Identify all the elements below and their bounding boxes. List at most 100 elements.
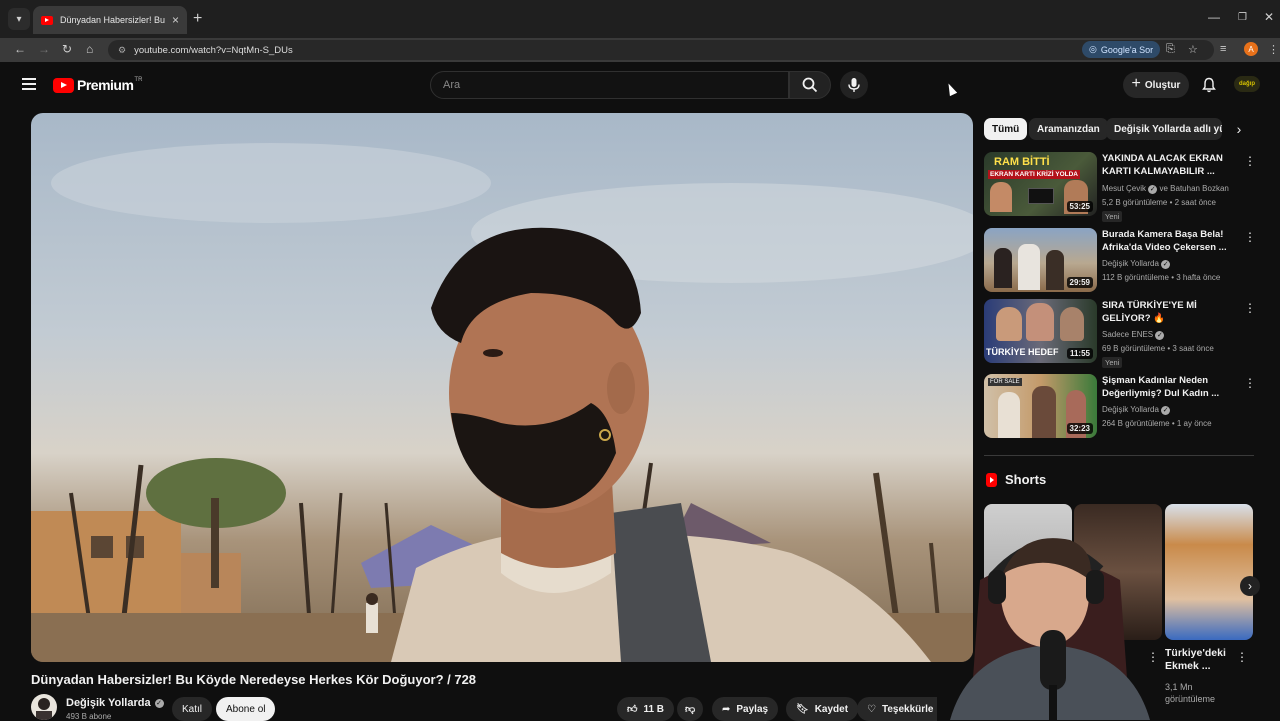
browser-toolbar: ← → ↻ ⌂ ⚙ youtube.com/watch?v=NqtMn-S_DU…: [0, 38, 1280, 62]
chip-channel-uploads[interactable]: Değişik Yollarda adlı yük: [1106, 118, 1222, 140]
new-badge: Yeni: [1102, 357, 1123, 368]
minimize-icon[interactable]: —: [1208, 10, 1220, 24]
video-thumbnail[interactable]: FOR SALE 32:23: [984, 374, 1097, 438]
bookmark-icon: 🔖︎: [796, 703, 809, 715]
recommendation-stats: 264 B görüntüleme • 1 ay önce: [1102, 419, 1212, 428]
tab-title: Dünyadan Habersizler! Bu Köyde: [60, 15, 166, 25]
google-sor-button[interactable]: ◎ Google'a Sor: [1082, 41, 1161, 58]
video-thumbnail[interactable]: TÜRKİYE HEDEF 11:55: [984, 299, 1097, 363]
share-label: Paylaş: [736, 703, 769, 715]
more-options-icon[interactable]: ⋮: [1244, 301, 1256, 315]
address-bar[interactable]: ⚙ youtube.com/watch?v=NqtMn-S_DUs: [108, 40, 1214, 60]
more-options-icon[interactable]: ⋮: [1244, 154, 1256, 168]
more-options-icon[interactable]: ⋮: [1244, 230, 1256, 244]
verified-icon: ✓: [1161, 259, 1171, 269]
notifications-bell-icon[interactable]: [1202, 77, 1216, 98]
browser-profile-avatar[interactable]: A: [1244, 42, 1258, 56]
recommendation-stats: 5,2 B görüntüleme • 2 saat önce: [1102, 198, 1216, 207]
home-icon[interactable]: ⌂: [86, 42, 93, 56]
video-player[interactable]: [31, 113, 973, 662]
more-options-icon[interactable]: ⋮: [1236, 650, 1248, 664]
verified-icon: ✓: [154, 698, 164, 708]
thanks-button[interactable]: ♡ Teşekkürle: [857, 697, 938, 721]
youtube-play-icon: [53, 77, 74, 93]
thumbs-down-icon: 👎︎: [685, 704, 696, 715]
share-button[interactable]: ➦ Paylaş: [712, 697, 779, 721]
recommendation-channel: Mesut Çevik ✓ ve Batuhan Bozkan: [1102, 184, 1229, 194]
share-icon: ➦: [722, 703, 731, 715]
video-thumbnail[interactable]: 29:59: [984, 228, 1097, 292]
recommendation-channel: Değişik Yollarda ✓: [1102, 259, 1171, 269]
new-badge: Yeni: [1102, 211, 1123, 222]
tab-search-dropdown-icon[interactable]: ▾: [8, 8, 30, 30]
video-thumbnail[interactable]: RAM BİTTİ EKRAN KARTI KRİZİ YOLDA 53:25: [984, 152, 1097, 216]
reload-icon[interactable]: ↻: [62, 42, 72, 56]
recommendation-channel: Değişik Yollarda ✓: [1102, 405, 1171, 415]
shorts-next-arrow-icon[interactable]: ›: [1240, 576, 1260, 596]
chevron-right-icon[interactable]: ›: [1229, 119, 1249, 139]
recommendation-item[interactable]: TÜRKİYE HEDEF 11:55 SIRA TÜRKİYE'YE Mİ G…: [984, 299, 1260, 368]
browser-tab-bar: ▾ Dünyadan Habersizler! Bu Köyde × + — ❐…: [0, 0, 1280, 38]
verified-icon: ✓: [1161, 405, 1171, 415]
recommendation-item[interactable]: 29:59 Burada Kamera Başa Bela! Afrika'da…: [984, 228, 1260, 296]
bookmark-star-icon[interactable]: ☆: [1188, 43, 1198, 56]
recommendation-item[interactable]: RAM BİTTİ EKRAN KARTI KRİZİ YOLDA 53:25 …: [984, 152, 1260, 222]
channel-name[interactable]: Değişik Yollarda ✓: [66, 697, 164, 709]
thumbnail-text: FOR SALE: [988, 378, 1022, 386]
channel-name-text: Değişik Yollarda: [1102, 259, 1159, 268]
back-icon[interactable]: ←: [14, 42, 26, 56]
like-count: 11 B: [643, 703, 665, 715]
create-button[interactable]: + Oluştur: [1123, 72, 1189, 98]
channel-avatar[interactable]: [31, 694, 57, 720]
recommendation-channel: Sadece ENES ✓: [1102, 330, 1165, 340]
close-window-icon[interactable]: ✕: [1264, 10, 1274, 24]
chip-all[interactable]: Tümü: [984, 118, 1028, 140]
reading-list-icon[interactable]: ≡: [1220, 43, 1226, 55]
plus-icon: +: [1131, 75, 1141, 92]
chip-from-search[interactable]: Aramanızdan: [1029, 118, 1108, 140]
subscribe-button[interactable]: Abone ol: [216, 697, 276, 721]
create-label: Oluştur: [1144, 79, 1181, 91]
save-label: Kaydet: [814, 703, 849, 715]
search-button[interactable]: [789, 71, 831, 99]
search-box: [430, 71, 789, 99]
short-title: Türkiye'deki Ekmek ...: [1165, 647, 1226, 672]
mouse-cursor: [944, 81, 958, 97]
google-sor-label: Google'a Sor: [1100, 44, 1154, 55]
channel-name-text: Mesut Çevik: [1102, 184, 1147, 193]
close-tab-icon[interactable]: ×: [172, 13, 179, 27]
thumbnail-text: TÜRKİYE HEDEF: [986, 347, 1059, 357]
search-input[interactable]: [443, 79, 788, 91]
forward-icon[interactable]: →: [38, 42, 50, 56]
thumbs-up-icon: 👍︎: [627, 704, 638, 715]
youtube-premium-logo[interactable]: Premium TR: [53, 77, 142, 93]
short-views: 3,1 Mn görüntüleme: [1165, 682, 1216, 704]
video-duration: 29:59: [1066, 277, 1093, 288]
video-duration: 11:55: [1066, 348, 1093, 359]
channel-name-text: Değişik Yollarda: [66, 697, 151, 709]
youtube-favicon-icon: [41, 15, 53, 25]
logo-region: TR: [134, 77, 143, 83]
new-tab-icon[interactable]: +: [193, 10, 202, 28]
install-app-icon[interactable]: ⎘: [1166, 43, 1175, 56]
site-info-icon[interactable]: ⚙: [118, 45, 126, 56]
like-button[interactable]: 👍︎ 11 B: [617, 697, 675, 721]
account-avatar[interactable]: dağıp: [1234, 76, 1260, 92]
voice-search-button[interactable]: [840, 71, 868, 99]
menu-icon[interactable]: [22, 78, 36, 90]
logo-text: Premium: [77, 77, 134, 93]
short-thumbnail[interactable]: [1165, 504, 1253, 640]
save-button[interactable]: 🔖︎ Kaydet: [786, 697, 859, 721]
recommendation-item[interactable]: FOR SALE 32:23 Şişman Kadınlar Neden Değ…: [984, 374, 1260, 442]
join-button[interactable]: Katıl: [172, 697, 213, 721]
shorts-heading-text: Shorts: [1005, 472, 1047, 487]
video-title: Dünyadan Habersizler! Bu Köyde Neredeyse…: [31, 672, 477, 687]
browser-tab-active[interactable]: Dünyadan Habersizler! Bu Köyde ×: [33, 6, 187, 34]
shorts-icon: [986, 472, 997, 487]
thumbnail-text: RAM BİTTİ: [994, 156, 1050, 168]
dislike-button[interactable]: 👎︎: [677, 697, 704, 721]
restore-icon[interactable]: ❐: [1238, 12, 1247, 23]
thumbnail-subtext: EKRAN KARTI KRİZİ YOLDA: [988, 170, 1080, 179]
more-options-icon[interactable]: ⋮: [1244, 376, 1256, 390]
browser-menu-icon[interactable]: ⋮: [1268, 43, 1279, 56]
